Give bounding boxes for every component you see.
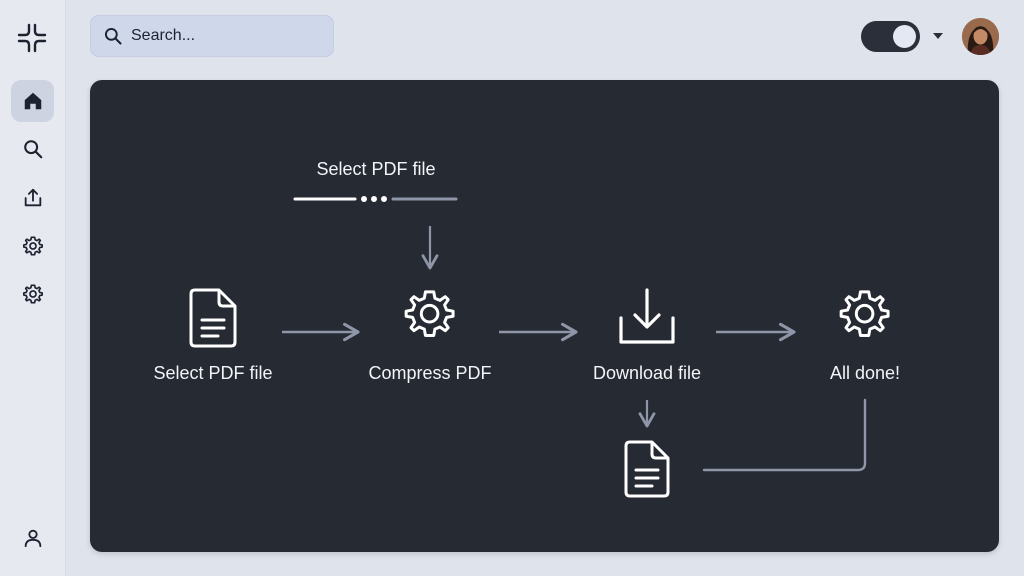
gear-icon bbox=[404, 290, 455, 338]
user-icon bbox=[24, 529, 41, 548]
flow-top-label: Select PDF file bbox=[316, 159, 436, 179]
gear-icon bbox=[22, 236, 43, 256]
sidebar bbox=[0, 0, 66, 576]
gear-icon bbox=[22, 284, 43, 304]
toggle-knob bbox=[893, 25, 916, 48]
sidebar-item-profile[interactable] bbox=[11, 517, 54, 559]
document-icon bbox=[189, 288, 237, 348]
app-window: Select PDF file Select PDF file Compress… bbox=[0, 0, 1024, 576]
caret-down-icon[interactable] bbox=[931, 31, 945, 41]
upload-icon bbox=[24, 188, 41, 207]
sidebar-item-upload[interactable] bbox=[11, 177, 54, 219]
home-icon bbox=[24, 92, 41, 110]
search-icon bbox=[23, 140, 42, 159]
sidebar-item-settings[interactable] bbox=[11, 225, 54, 267]
workflow-diagram bbox=[189, 196, 890, 498]
avatar-image bbox=[962, 18, 999, 55]
step-label-select: Select PDF file bbox=[153, 363, 273, 383]
search-bar[interactable] bbox=[90, 15, 334, 57]
theme-toggle[interactable] bbox=[861, 21, 920, 52]
download-icon bbox=[619, 288, 675, 344]
step-label-download: Download file bbox=[592, 363, 702, 383]
sidebar-item-home[interactable] bbox=[11, 80, 54, 122]
sidebar-item-search[interactable] bbox=[11, 128, 54, 170]
document-icon bbox=[624, 440, 670, 498]
step-label-done: All done! bbox=[829, 363, 901, 383]
search-icon bbox=[104, 27, 122, 45]
avatar[interactable] bbox=[962, 18, 999, 55]
workflow-panel: Select PDF file Select PDF file Compress… bbox=[90, 80, 999, 552]
sidebar-item-settings-2[interactable] bbox=[11, 273, 54, 315]
logo-icon bbox=[17, 23, 47, 53]
return-path bbox=[702, 398, 867, 472]
step-label-compress: Compress PDF bbox=[368, 363, 492, 383]
gear-icon bbox=[839, 290, 890, 338]
progress-indicator bbox=[293, 196, 458, 202]
search-input[interactable] bbox=[131, 27, 311, 45]
